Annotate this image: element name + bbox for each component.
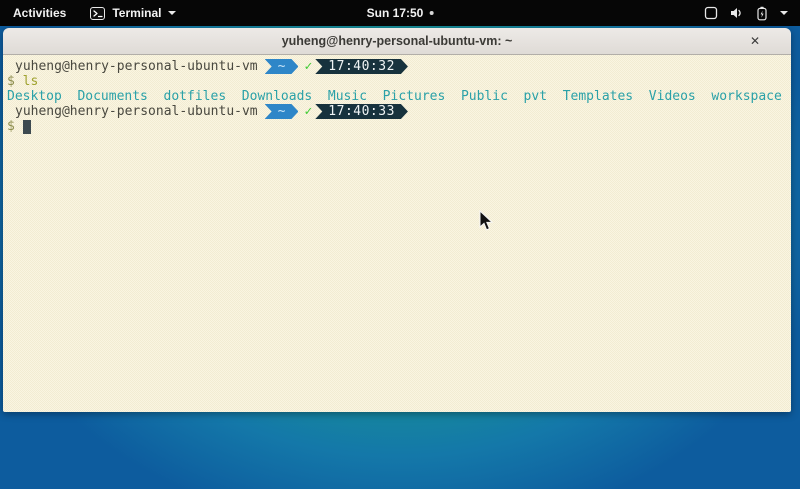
notification-dot-icon [429, 11, 433, 15]
battery-charging-icon [755, 6, 769, 21]
success-check-icon: ✓ [304, 104, 312, 119]
terminal-screen[interactable]: yuheng@henry-personal-ubuntu-vm ~ ✓ 17:4… [3, 55, 791, 412]
prompt-time-badge: 17:40:33 [315, 104, 408, 119]
ls-output-line: Desktop Documents dotfiles Downloads Mus… [7, 89, 791, 104]
prompt-symbol: $ [7, 74, 15, 89]
prompt-line-1: yuheng@henry-personal-ubuntu-vm ~ ✓ 17:4… [7, 59, 791, 74]
prompt-line-2: yuheng@henry-personal-ubuntu-vm ~ ✓ 17:4… [7, 104, 791, 119]
screen-icon [704, 6, 718, 20]
prompt-cwd-segment: ~ [265, 59, 299, 74]
activities-button[interactable]: Activities [0, 0, 80, 26]
terminal-app-icon [90, 7, 105, 20]
mouse-cursor-icon [479, 210, 494, 232]
prompt-user-host: yuheng@henry-personal-ubuntu-vm [15, 59, 258, 74]
clock-label: Sun 17:50 [367, 6, 424, 20]
activities-label: Activities [13, 6, 66, 20]
terminal-cursor [23, 120, 31, 134]
top-bar: Activities Terminal Sun 17:50 [0, 0, 800, 26]
terminal-window: yuheng@henry-personal-ubuntu-vm: ~ ✕ yuh… [3, 28, 791, 412]
app-menu-button[interactable]: Terminal [80, 0, 186, 26]
command-line: $ ls [7, 74, 791, 89]
app-menu-label: Terminal [112, 6, 161, 20]
success-check-icon: ✓ [304, 59, 312, 74]
prompt-time-badge: 17:40:32 [315, 59, 408, 74]
prompt-symbol: $ [7, 119, 15, 134]
window-titlebar[interactable]: yuheng@henry-personal-ubuntu-vm: ~ ✕ [3, 28, 791, 55]
close-icon[interactable]: ✕ [746, 32, 764, 50]
chevron-down-icon [780, 11, 788, 15]
system-status-menu[interactable] [694, 0, 800, 26]
current-input-line: $ [7, 119, 791, 134]
window-title: yuheng@henry-personal-ubuntu-vm: ~ [282, 34, 513, 48]
chevron-down-icon [168, 11, 176, 15]
prompt-cwd-segment: ~ [265, 104, 299, 119]
volume-icon [729, 6, 744, 20]
prompt-user-host: yuheng@henry-personal-ubuntu-vm [15, 104, 258, 119]
clock-button[interactable]: Sun 17:50 [357, 0, 444, 26]
command-text: ls [23, 74, 39, 89]
